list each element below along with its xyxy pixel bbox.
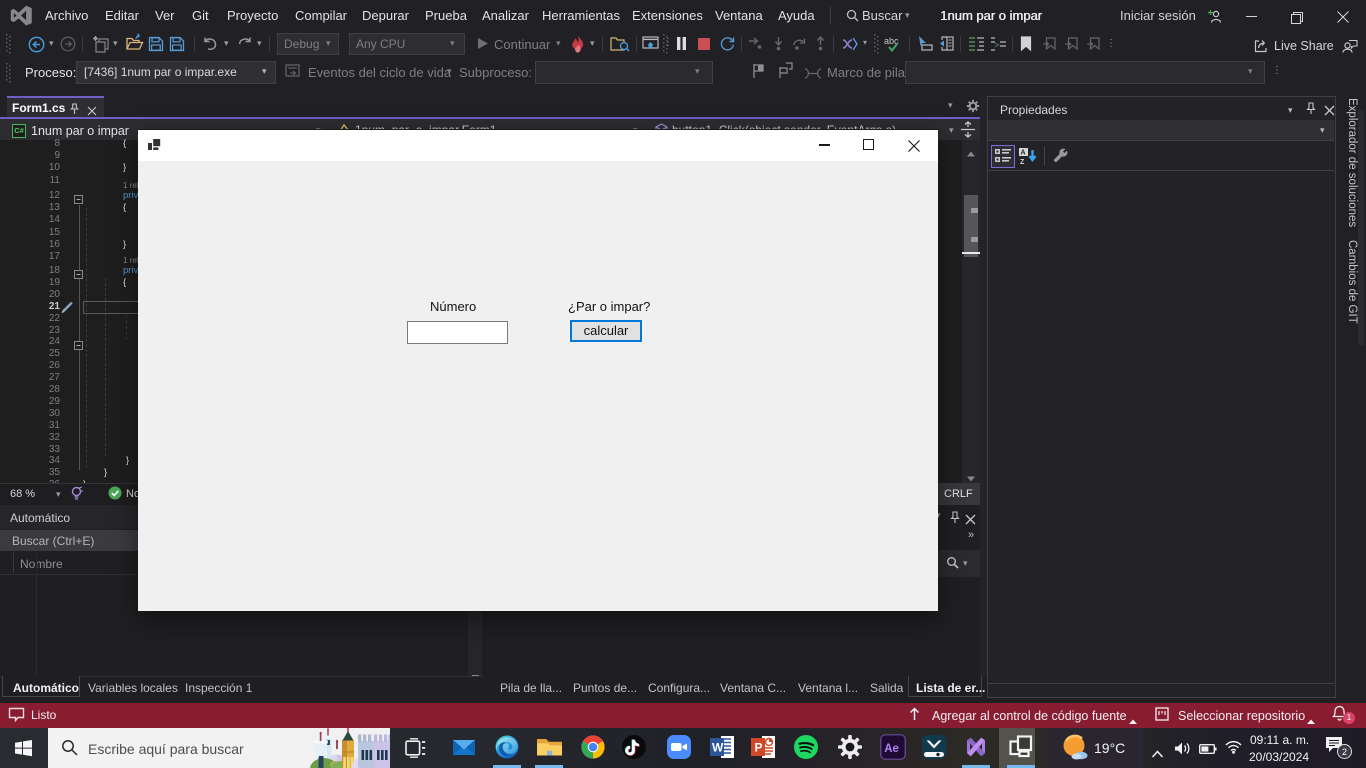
svg-text:Z: Z [1020,159,1025,165]
svg-text:P: P [755,741,763,755]
svg-text:W: W [712,741,724,755]
svg-text:A: A [1021,150,1026,157]
svg-text:>: > [994,41,999,51]
svg-text:Ae: Ae [884,743,899,755]
